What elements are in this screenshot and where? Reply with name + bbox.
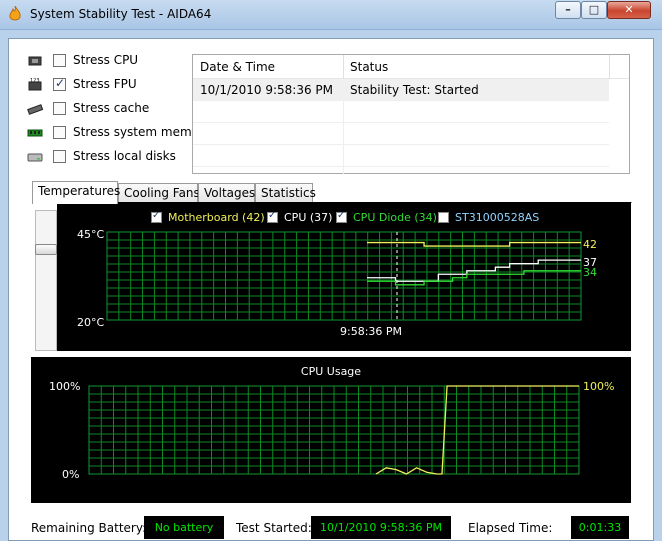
battery-value: No battery — [144, 516, 224, 539]
stress-cpu-checkbox[interactable] — [53, 54, 66, 67]
stress-cache-label: Stress cache — [73, 101, 150, 115]
temp-time-label: 9:58:36 PM — [340, 325, 403, 338]
test-started-label: Test Started: — [236, 521, 312, 535]
cpu-usage-current-value: 100% — [583, 380, 615, 393]
stress-memory-label: Stress system memory — [73, 125, 212, 139]
minimize-icon: – — [565, 3, 571, 16]
stress-memory-checkbox[interactable] — [53, 126, 66, 139]
column-datetime-header[interactable]: Date & Time — [200, 60, 275, 74]
log-row-empty — [193, 101, 609, 123]
status-bar: Remaining Battery: No battery Test Start… — [31, 516, 631, 540]
close-icon: ✕ — [624, 3, 634, 16]
log-status: Stability Test: Started — [350, 83, 479, 97]
close-button[interactable]: ✕ — [607, 1, 651, 19]
tab-temperatures[interactable]: Temperatures — [32, 181, 120, 204]
tab-cooling-fans[interactable]: Cooling Fans — [118, 183, 200, 203]
tab-voltages[interactable]: Voltages — [198, 183, 255, 203]
memory-icon — [27, 129, 43, 137]
maximize-icon: □ — [588, 3, 600, 16]
motherboard-current-value: 42 — [583, 238, 597, 251]
aida64-flame-icon — [9, 6, 21, 21]
fpu-icon: 123 — [28, 78, 42, 91]
title-bar: System Stability Test - AIDA64 – □ ✕ — [0, 0, 662, 30]
stress-disks-label: Stress local disks — [73, 149, 176, 163]
stability-test-window: Stress CPU 123 Stress FPU Stress cache S… — [8, 38, 654, 541]
disk-icon — [27, 153, 43, 162]
cache-icon — [27, 104, 43, 115]
minimize-button[interactable]: – — [555, 1, 581, 19]
column-status-header[interactable]: Status — [350, 60, 388, 74]
stress-disks-checkbox[interactable] — [53, 150, 66, 163]
cpu-usage-series-line — [375, 385, 579, 475]
elapsed-time-label: Elapsed Time: — [468, 521, 553, 535]
stress-cpu-label: Stress CPU — [73, 53, 139, 67]
temperature-chart: Motherboard (42) CPU (37) CPU Diode (34)… — [57, 202, 631, 351]
maximize-button[interactable]: □ — [581, 1, 607, 19]
log-row[interactable]: 10/1/2010 9:58:36 PM Stability Test: Sta… — [193, 79, 609, 101]
log-list[interactable]: Date & Time Status 10/1/2010 9:58:36 PM … — [192, 54, 630, 174]
chart-grid — [88, 385, 580, 475]
log-header: Date & Time Status — [193, 55, 629, 79]
log-row-empty — [193, 145, 609, 167]
test-started-value: 10/1/2010 9:58:36 PM — [311, 516, 451, 539]
elapsed-time-value: 0:01:33 — [571, 516, 629, 539]
battery-label: Remaining Battery: — [31, 521, 147, 535]
cpu-icon — [28, 56, 42, 66]
stress-cache-checkbox[interactable] — [53, 102, 66, 115]
tab-statistics[interactable]: Statistics — [255, 183, 316, 203]
window-title: System Stability Test - AIDA64 — [30, 7, 212, 21]
stress-fpu-label: Stress FPU — [73, 77, 137, 91]
svg-text:123: 123 — [30, 78, 40, 84]
cpu-diode-current-value: 34 — [583, 266, 597, 279]
chart-scale-slider[interactable] — [35, 210, 57, 351]
log-datetime: 10/1/2010 9:58:36 PM — [200, 83, 334, 97]
cpu-usage-chart: CPU Usage 100% 0% 100% — [31, 357, 631, 503]
slider-thumb[interactable] — [35, 244, 57, 255]
log-row-empty — [193, 123, 609, 145]
cpu-usage-plot — [88, 385, 580, 475]
stress-fpu-checkbox[interactable] — [53, 76, 66, 91]
